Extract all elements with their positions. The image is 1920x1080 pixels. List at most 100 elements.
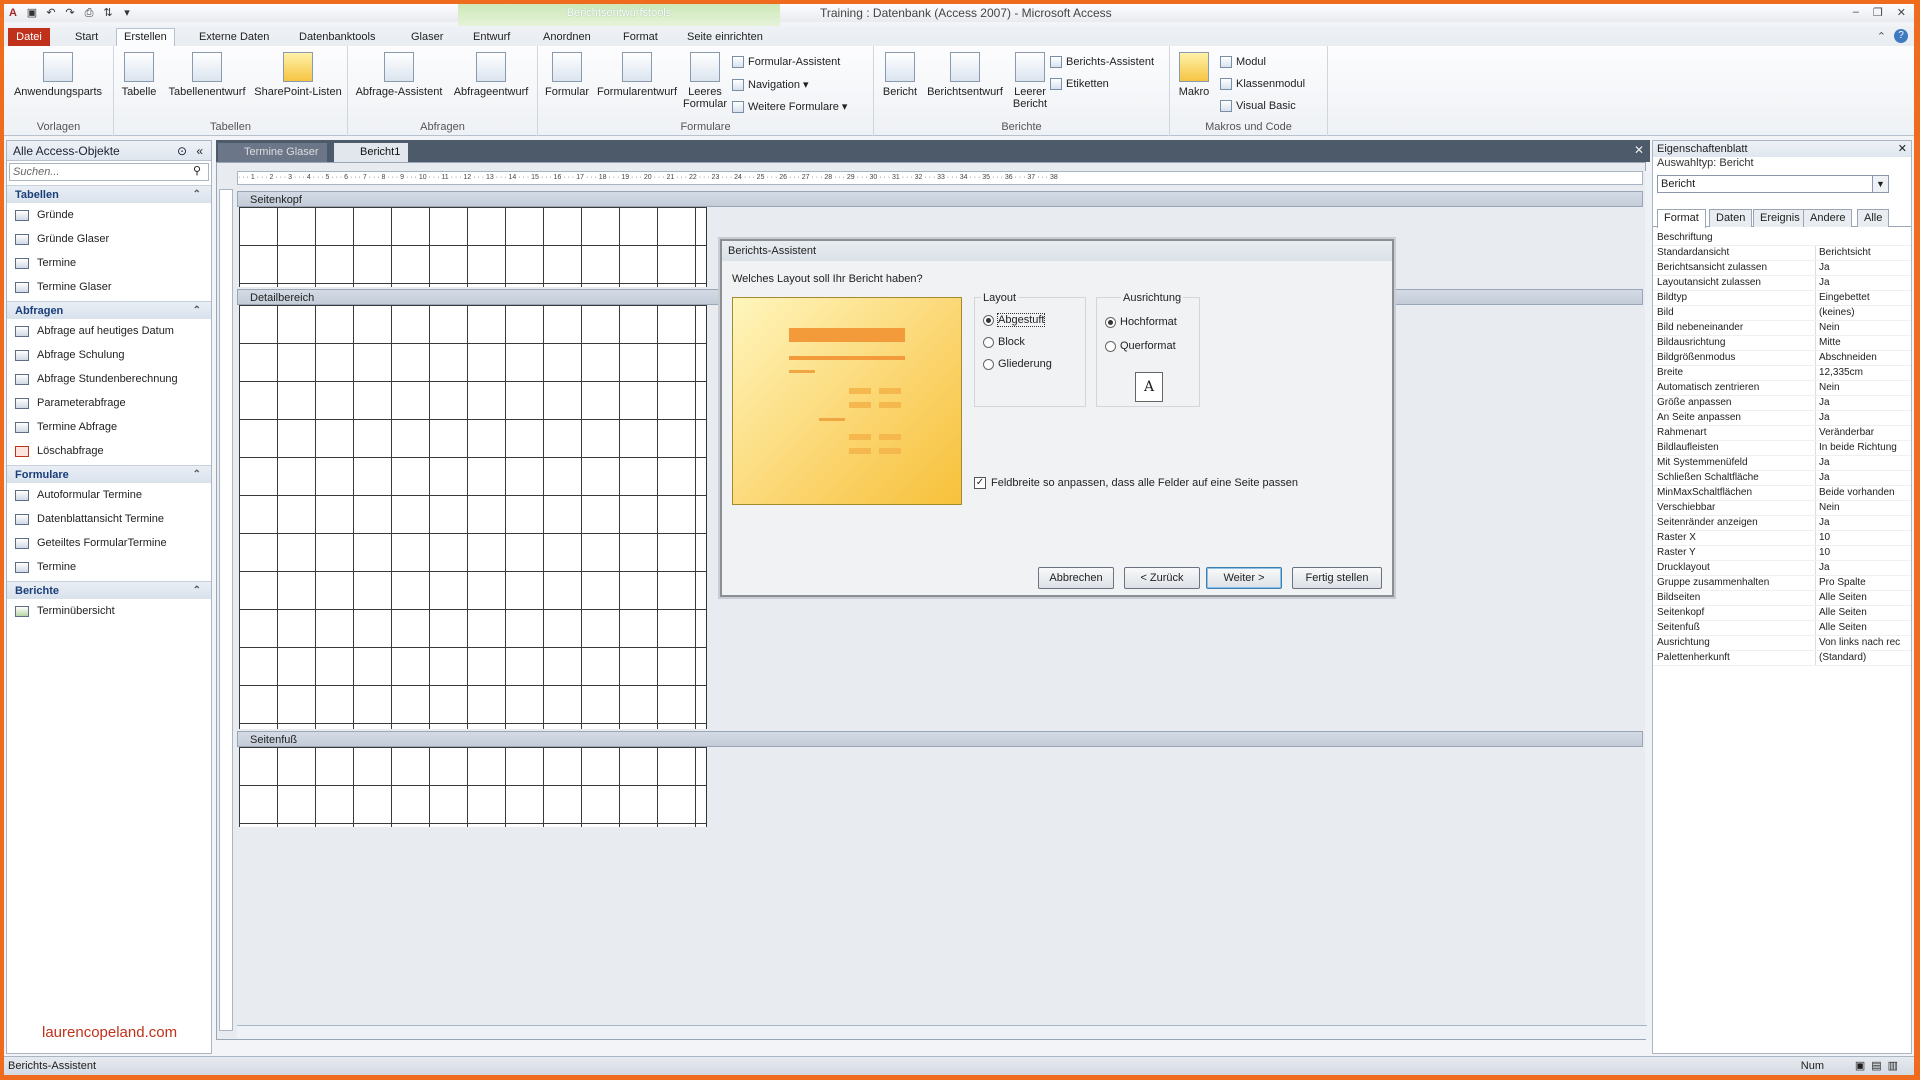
radio-gliederung[interactable]: Gliederung bbox=[983, 358, 1052, 370]
property-row[interactable]: Breite 12,335cm bbox=[1653, 366, 1911, 381]
berichts-assistent-button[interactable]: Berichts-Assistent bbox=[1050, 56, 1154, 68]
property-value[interactable]: 12,335cm bbox=[1815, 366, 1911, 380]
close-document-icon[interactable]: ✕ bbox=[1634, 143, 1644, 157]
property-row[interactable]: Mit Systemmenüfeld Ja bbox=[1653, 456, 1911, 471]
property-row[interactable]: Gruppe zusammenhalten Pro Spalte bbox=[1653, 576, 1911, 591]
tab-alle[interactable]: Alle bbox=[1857, 209, 1890, 227]
chevron-down-icon[interactable]: ▼ bbox=[1872, 176, 1888, 192]
property-row[interactable]: An Seite anpassen Ja bbox=[1653, 411, 1911, 426]
back-button[interactable]: < Zurück bbox=[1124, 567, 1200, 589]
property-value[interactable]: (Standard) bbox=[1815, 651, 1911, 665]
property-row[interactable]: Automatisch zentrieren Nein bbox=[1653, 381, 1911, 396]
radio-block[interactable]: Block bbox=[983, 336, 1025, 348]
minimize-ribbon-icon[interactable]: ⌃ bbox=[1877, 30, 1886, 43]
detail-grid[interactable] bbox=[239, 305, 707, 729]
property-value[interactable]: Eingebettet bbox=[1815, 291, 1911, 305]
property-row[interactable]: Bild (keines) bbox=[1653, 306, 1911, 321]
next-button[interactable]: Weiter > bbox=[1206, 567, 1282, 589]
property-row[interactable]: Bildlaufleisten In beide Richtung bbox=[1653, 441, 1911, 456]
property-row[interactable]: Bildausrichtung Mitte bbox=[1653, 336, 1911, 351]
nav-section-formulare[interactable]: Formulare ⌃ bbox=[7, 465, 211, 483]
section-header-seitenkopf[interactable]: Seitenkopf bbox=[237, 191, 1643, 207]
property-value[interactable]: Ja bbox=[1815, 471, 1911, 485]
berichtsentwurf-button[interactable]: Berichtsentwurf bbox=[922, 52, 1008, 98]
property-row[interactable]: Größe anpassen Ja bbox=[1653, 396, 1911, 411]
property-row[interactable]: Rahmenart Veränderbar bbox=[1653, 426, 1911, 441]
property-value[interactable]: Abschneiden bbox=[1815, 351, 1911, 365]
horizontal-scrollbar[interactable] bbox=[237, 1025, 1647, 1039]
close-button[interactable]: ✕ bbox=[1897, 6, 1906, 19]
fit-fields-checkbox[interactable]: ✓ Feldbreite so anpassen, dass alle Felde… bbox=[974, 477, 1298, 489]
tab-ereignis[interactable]: Ereignis bbox=[1753, 209, 1807, 227]
visual-basic-button[interactable]: Visual Basic bbox=[1220, 100, 1296, 112]
property-value[interactable]: Alle Seiten bbox=[1815, 621, 1911, 635]
property-row[interactable]: Raster Y 10 bbox=[1653, 546, 1911, 561]
property-value[interactable]: Mitte bbox=[1815, 336, 1911, 350]
nav-item-table[interactable]: Termine bbox=[15, 253, 76, 273]
property-value[interactable]: Ja bbox=[1815, 276, 1911, 290]
property-row[interactable]: Bildgrößenmodus Abschneiden bbox=[1653, 351, 1911, 366]
nav-item-query[interactable]: Löschabfrage bbox=[15, 441, 104, 461]
property-value[interactable]: Pro Spalte bbox=[1815, 576, 1911, 590]
property-row[interactable]: Ausrichtung Von links nach rec bbox=[1653, 636, 1911, 651]
property-value[interactable]: Ja bbox=[1815, 411, 1911, 425]
property-row[interactable]: Standardansicht Berichtsicht bbox=[1653, 246, 1911, 261]
nav-item-form[interactable]: Autoformular Termine bbox=[15, 485, 142, 505]
nav-item-query[interactable]: Parameterabfrage bbox=[15, 393, 126, 413]
property-value[interactable]: 10 bbox=[1815, 531, 1911, 545]
nav-item-form[interactable]: Datenblattansicht Termine bbox=[15, 509, 164, 529]
nav-search-input[interactable]: Suchen... bbox=[9, 163, 209, 181]
tab-erstellen[interactable]: Erstellen bbox=[116, 28, 175, 46]
page-header-grid[interactable] bbox=[239, 207, 707, 287]
selection-combo[interactable]: Bericht ▼ bbox=[1657, 175, 1889, 193]
section-header-seitenfuss[interactable]: Seitenfuß bbox=[237, 731, 1643, 747]
property-value[interactable]: Beide vorhanden bbox=[1815, 486, 1911, 500]
leerer-bericht-button[interactable]: Leerer Bericht bbox=[1008, 52, 1052, 110]
property-value[interactable]: In beide Richtung bbox=[1815, 441, 1911, 455]
nav-header[interactable]: Alle Access-Objekte ⊙ « bbox=[7, 141, 211, 161]
tab-daten[interactable]: Daten bbox=[1709, 209, 1753, 227]
property-row[interactable]: Verschiebbar Nein bbox=[1653, 501, 1911, 516]
property-row[interactable]: Schließen Schaltfläche Ja bbox=[1653, 471, 1911, 486]
nav-section-berichte[interactable]: Berichte ⌃ bbox=[7, 581, 211, 599]
search-icon[interactable]: ⚲ bbox=[193, 164, 201, 177]
tab-entwurf[interactable]: Entwurf bbox=[466, 29, 517, 47]
property-value[interactable]: Von links nach rec bbox=[1815, 636, 1911, 650]
property-row[interactable]: Seitenfuß Alle Seiten bbox=[1653, 621, 1911, 636]
sharepoint-listen-button[interactable]: SharePoint-Listen bbox=[250, 52, 346, 98]
nav-item-query[interactable]: Abfrage auf heutiges Datum bbox=[15, 321, 174, 341]
radio-abgestuft[interactable]: Abgestuft bbox=[983, 313, 1046, 327]
tabellenentwurf-button[interactable]: Tabellenentwurf bbox=[162, 52, 252, 98]
view-switcher-icons[interactable]: ▣▤▥ bbox=[1855, 1057, 1904, 1075]
nav-menu-icon[interactable]: ⊙ bbox=[177, 141, 187, 161]
formular-button[interactable]: Formular bbox=[542, 52, 592, 98]
property-value[interactable]: Ja bbox=[1815, 561, 1911, 575]
tab-format[interactable]: Format bbox=[616, 29, 665, 47]
property-value[interactable]: Ja bbox=[1815, 456, 1911, 470]
makro-button[interactable]: Makro bbox=[1174, 52, 1214, 98]
property-row[interactable]: Berichtsansicht zulassen Ja bbox=[1653, 261, 1911, 276]
nav-item-query[interactable]: Abfrage Schulung bbox=[15, 345, 124, 365]
restore-button[interactable]: ❐ bbox=[1873, 6, 1883, 19]
radio-hochformat[interactable]: Hochformat bbox=[1105, 316, 1177, 328]
leeres-formular-button[interactable]: Leeres Formular bbox=[682, 52, 728, 110]
print-icon[interactable]: ⎙ bbox=[82, 7, 96, 20]
property-row[interactable]: Seitenkopf Alle Seiten bbox=[1653, 606, 1911, 621]
property-row[interactable]: Beschriftung bbox=[1653, 231, 1911, 246]
doc-tab-termine-glaser[interactable]: Termine Glaser bbox=[218, 143, 327, 162]
nav-item-query[interactable]: Termine Abfrage bbox=[15, 417, 117, 437]
nav-item-table[interactable]: Gründe bbox=[15, 205, 74, 225]
radio-querformat[interactable]: Querformat bbox=[1105, 340, 1176, 352]
property-row[interactable]: Layoutansicht zulassen Ja bbox=[1653, 276, 1911, 291]
property-row[interactable]: Seitenränder anzeigen Ja bbox=[1653, 516, 1911, 531]
close-icon[interactable]: ✕ bbox=[1898, 141, 1907, 157]
tab-anordnen[interactable]: Anordnen bbox=[536, 29, 598, 47]
tab-start[interactable]: Start bbox=[68, 29, 105, 47]
formular-assistent-button[interactable]: Formular-Assistent bbox=[732, 56, 840, 68]
property-value[interactable]: Ja bbox=[1815, 261, 1911, 275]
navigation-button[interactable]: Navigation ▾ bbox=[732, 78, 809, 91]
property-value[interactable]: Nein bbox=[1815, 321, 1911, 335]
property-value[interactable]: Berichtsicht bbox=[1815, 246, 1911, 260]
tab-datenbanktools[interactable]: Datenbanktools bbox=[292, 29, 382, 47]
help-icon[interactable]: ? bbox=[1894, 29, 1908, 43]
